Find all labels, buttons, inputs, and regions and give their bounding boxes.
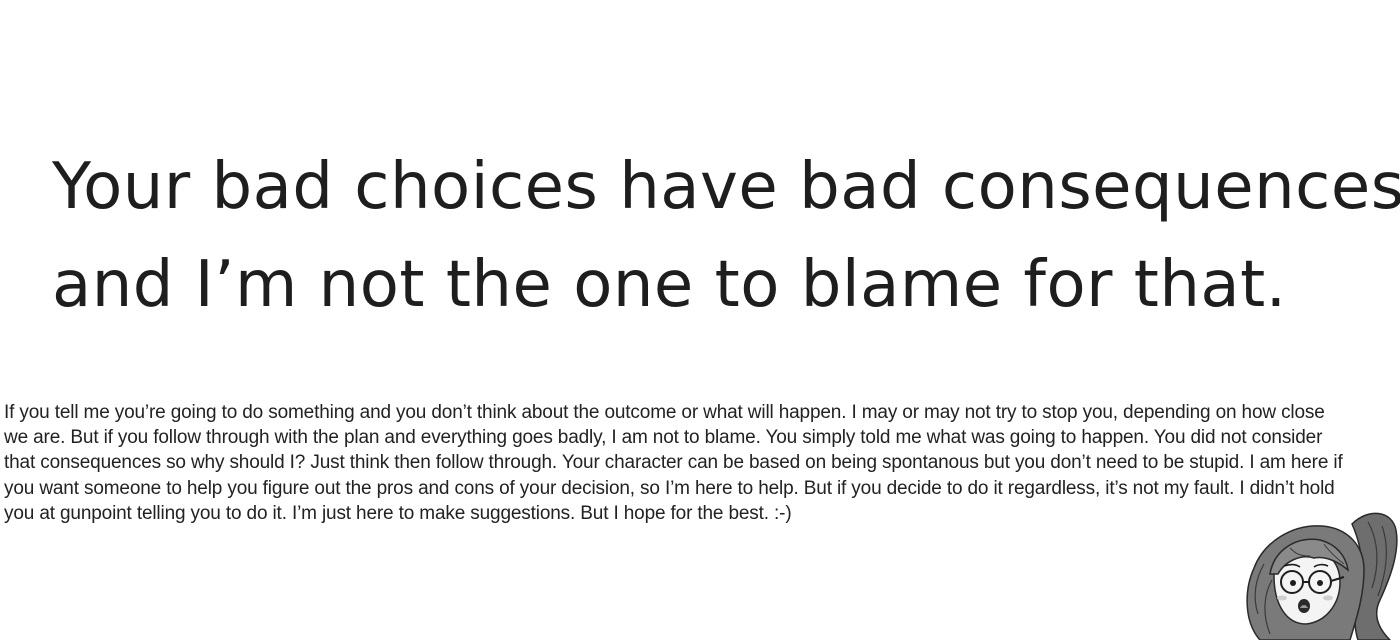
- headline-line-1: Your bad choices have bad consequences: [52, 150, 1400, 224]
- body-line: you at gunpoint telling you to do it. I’…: [4, 502, 792, 524]
- headline: Your bad choices have bad consequences a…: [52, 138, 1400, 334]
- headline-line-2: and I’m not the one to blame for that.: [52, 248, 1287, 322]
- cartoon-girl-avatar-icon: [1246, 512, 1398, 640]
- body-line: If you tell me you’re going to do someth…: [4, 402, 1325, 423]
- body-paragraph: If you tell me you’re going to do someth…: [4, 400, 1396, 526]
- body-line: you want someone to help you figure out …: [4, 477, 1335, 499]
- body-line: that consequences so why should I? Just …: [4, 452, 1343, 474]
- body-line: we are. But if you follow through with t…: [4, 427, 1323, 449]
